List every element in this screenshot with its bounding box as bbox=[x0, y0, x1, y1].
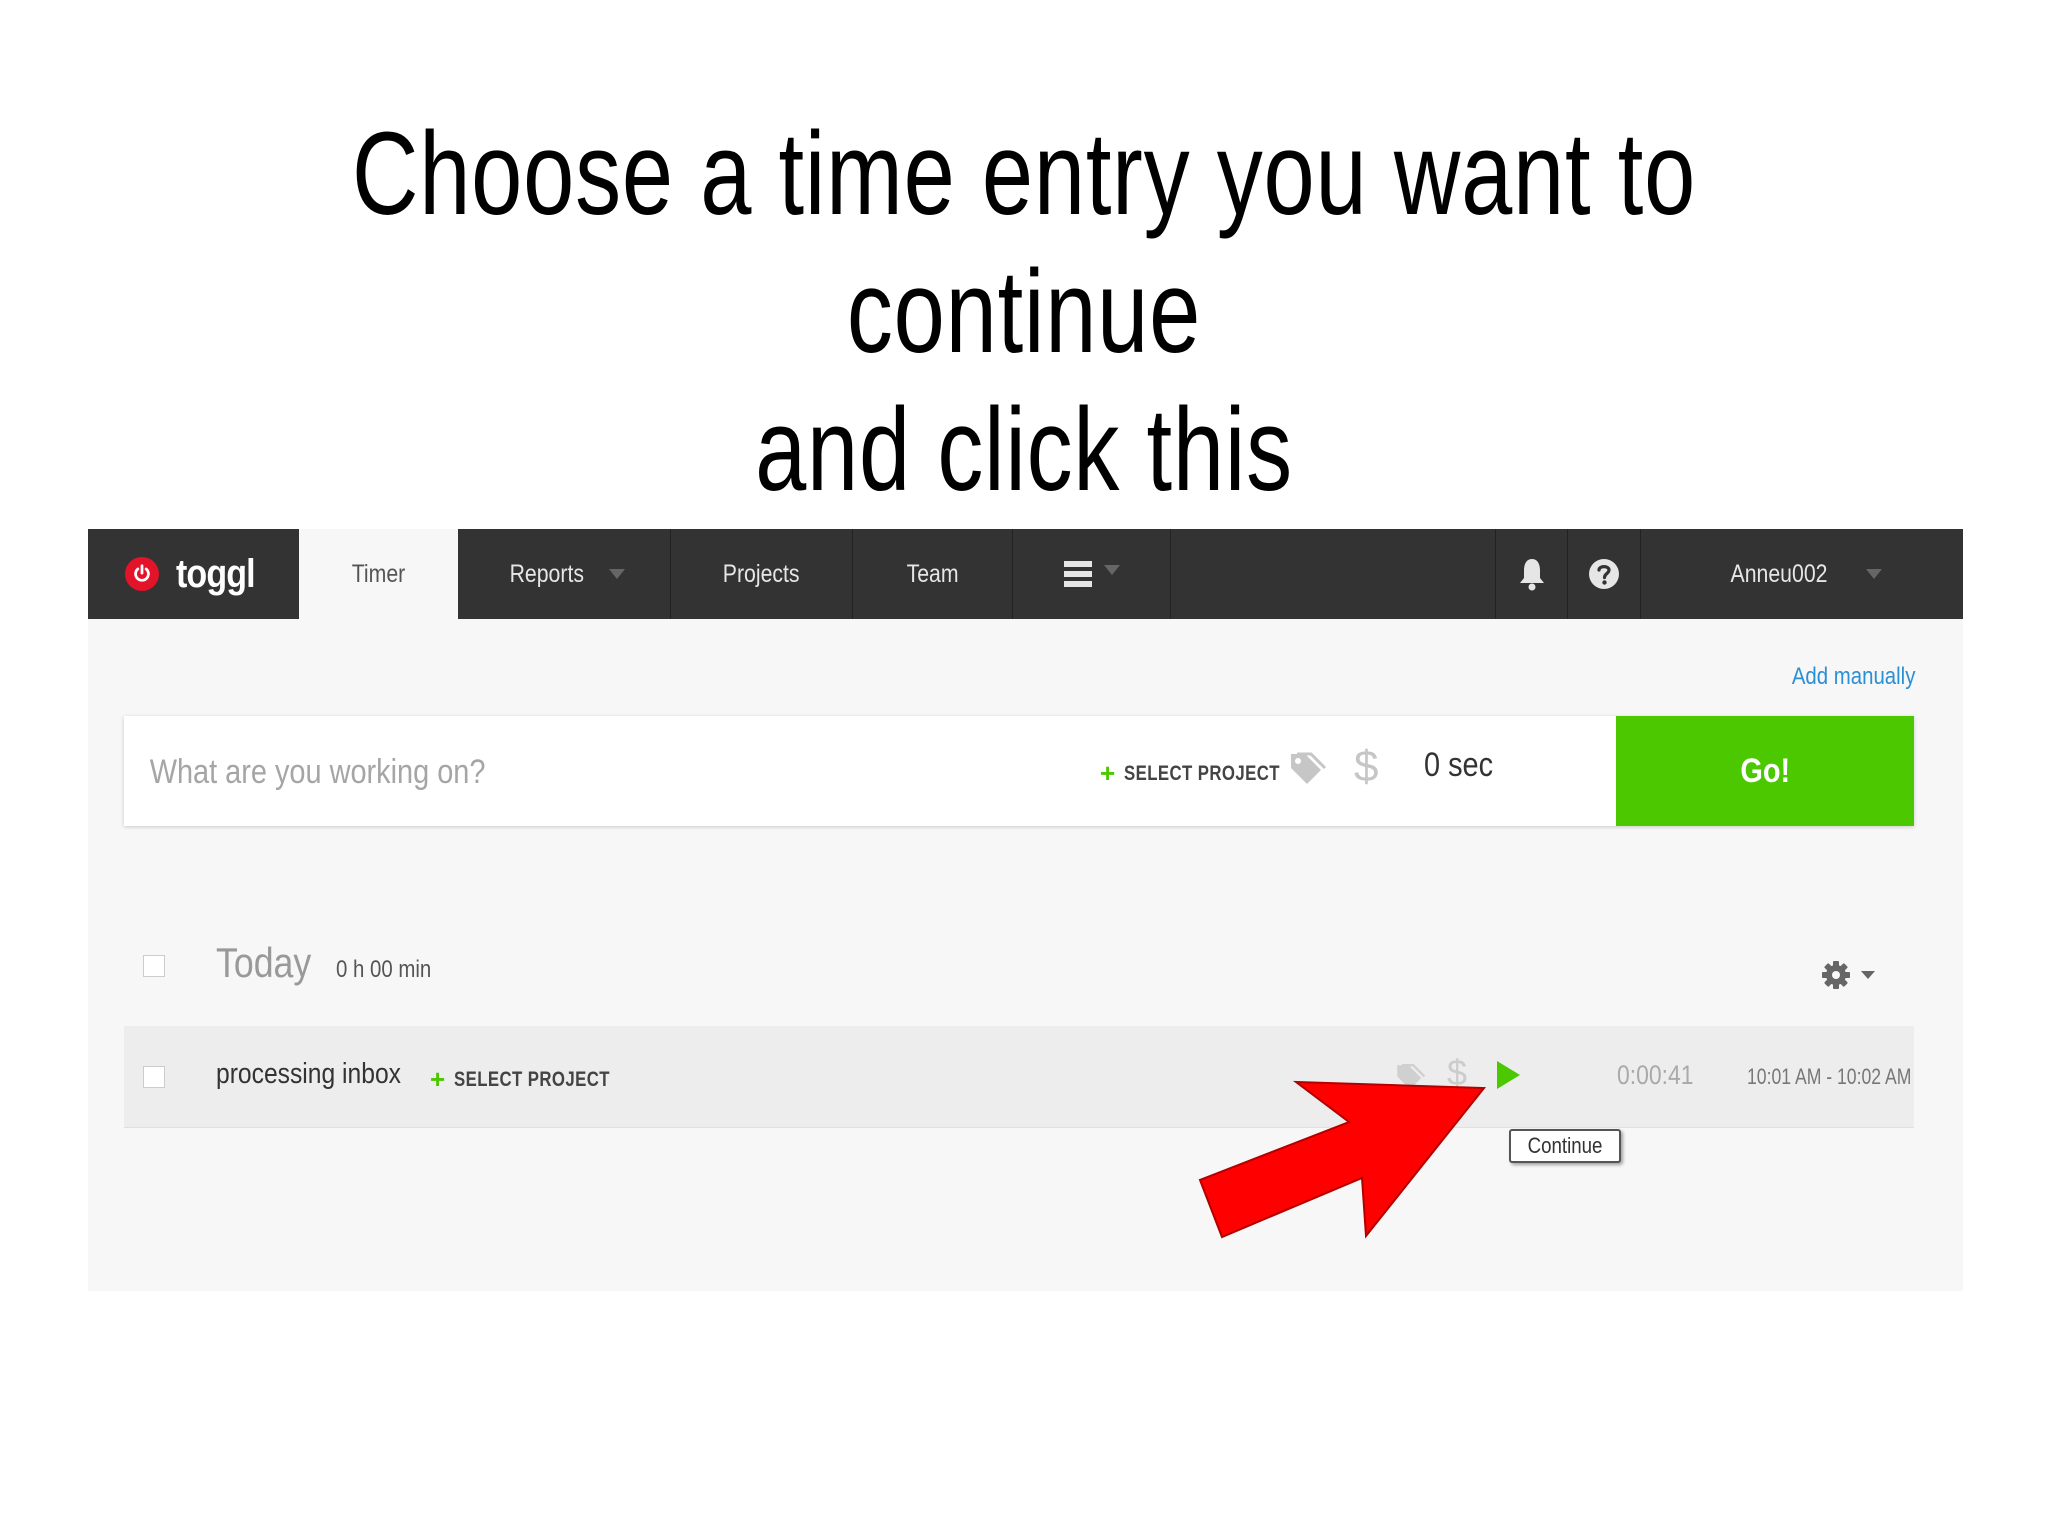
description-input[interactable] bbox=[148, 742, 747, 802]
entry-checkbox[interactable] bbox=[143, 1066, 165, 1088]
slide-headline: Choose a time entry you want to continue… bbox=[225, 105, 1822, 519]
go-button[interactable]: Go! bbox=[1616, 716, 1914, 826]
day-title: Today bbox=[216, 939, 312, 986]
go-button-label: Go! bbox=[1740, 751, 1790, 790]
tab-reports-label: Reports bbox=[509, 559, 585, 588]
select-project-label: SELECT PROJECT bbox=[1123, 761, 1280, 785]
plus-icon: + bbox=[430, 1064, 446, 1094]
entry-time-range[interactable]: 10:01 AM - 10:02 AM bbox=[1747, 1064, 1911, 1090]
continue-tooltip-label: Continue bbox=[1527, 1133, 1603, 1158]
time-entry-row[interactable]: processing inbox + SELECT PROJECT $ 0:00… bbox=[124, 1026, 1914, 1128]
tab-projects[interactable]: Projects bbox=[671, 529, 853, 619]
entry-tag-icon[interactable] bbox=[1394, 1062, 1426, 1094]
chevron-down-icon bbox=[1861, 971, 1875, 979]
entry-duration[interactable]: 0:00:41 bbox=[1617, 1060, 1694, 1091]
headline-line-2: and click this bbox=[755, 384, 1293, 516]
continue-tooltip: Continue bbox=[1509, 1129, 1622, 1163]
tab-reports[interactable]: Reports bbox=[458, 529, 671, 619]
chevron-down-icon bbox=[1866, 569, 1882, 579]
bell-icon bbox=[1519, 559, 1544, 591]
more-menu-button[interactable] bbox=[1013, 529, 1171, 619]
logo-text: toggl bbox=[176, 551, 256, 596]
notifications-button[interactable] bbox=[1495, 529, 1568, 619]
day-settings-menu[interactable] bbox=[1821, 960, 1875, 990]
entry-select-project-button[interactable]: + SELECT PROJECT bbox=[430, 1064, 649, 1095]
chevron-down-icon bbox=[608, 569, 625, 579]
tab-timer-label: Timer bbox=[351, 559, 406, 588]
tab-projects-label: Projects bbox=[723, 559, 800, 588]
entry-billable-dollar-icon[interactable]: $ bbox=[1447, 1052, 1467, 1094]
tab-team-label: Team bbox=[906, 559, 959, 588]
user-menu[interactable]: Anneu002 bbox=[1641, 529, 1963, 619]
timer-duration: 0 sec bbox=[1424, 746, 1494, 784]
user-name: Anneu002 bbox=[1730, 559, 1828, 588]
power-icon bbox=[125, 557, 160, 591]
help-icon bbox=[1589, 559, 1619, 589]
toggl-app-window: toggl Timer Reports Projects Team Anneu0… bbox=[88, 529, 1963, 1291]
top-nav-bar: toggl Timer Reports Projects Team Anneu0… bbox=[88, 529, 1963, 619]
timer-bar: + SELECT PROJECT $ 0 sec Go! bbox=[124, 716, 1914, 826]
headline-line-1: Choose a time entry you want to continue bbox=[351, 108, 1697, 378]
help-button[interactable] bbox=[1568, 529, 1641, 619]
tab-team[interactable]: Team bbox=[853, 529, 1013, 619]
gear-icon bbox=[1822, 961, 1850, 989]
day-total: 0 h 00 min bbox=[336, 956, 432, 983]
chevron-down-icon bbox=[1103, 565, 1120, 575]
add-manually-link[interactable]: Add manually bbox=[1791, 663, 1915, 691]
plus-icon: + bbox=[1100, 758, 1116, 788]
select-day-checkbox[interactable] bbox=[143, 955, 165, 977]
toggl-logo[interactable]: toggl bbox=[88, 529, 299, 619]
tab-timer[interactable]: Timer bbox=[299, 529, 458, 619]
entry-select-project-label: SELECT PROJECT bbox=[453, 1067, 610, 1091]
continue-play-icon[interactable] bbox=[1494, 1059, 1522, 1091]
hamburger-menu-icon bbox=[1063, 561, 1092, 587]
select-project-button[interactable]: + SELECT PROJECT bbox=[1100, 758, 1319, 789]
billable-dollar-icon[interactable]: $ bbox=[1354, 742, 1378, 792]
tag-icon[interactable] bbox=[1287, 750, 1327, 790]
entry-description[interactable]: processing inbox bbox=[216, 1058, 401, 1091]
